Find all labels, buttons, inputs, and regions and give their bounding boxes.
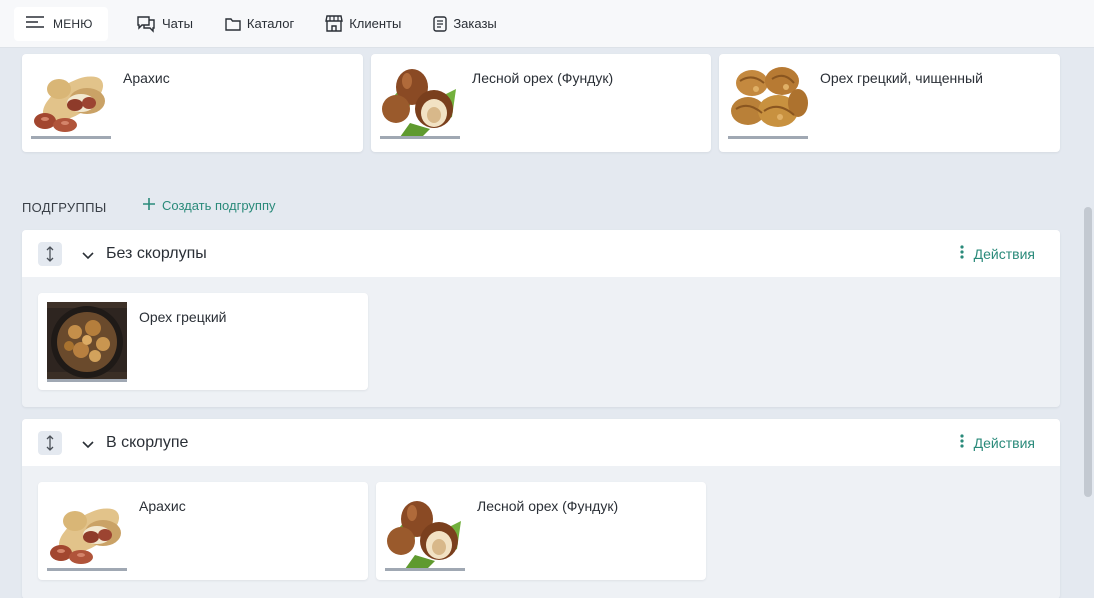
- folder-icon: [225, 17, 241, 31]
- menu-button[interactable]: МЕНЮ: [14, 6, 108, 41]
- product-card[interactable]: Арахис: [22, 54, 363, 152]
- nav-label: Клиенты: [349, 16, 402, 31]
- nav-item-clients[interactable]: Клиенты: [325, 15, 401, 32]
- subgroups-heading: ПОДГРУППЫ: [22, 200, 107, 215]
- create-subgroup-label: Создать подгруппу: [162, 198, 276, 213]
- store-icon: [325, 15, 344, 32]
- subgroup-header: Без скорлупы Действия: [22, 230, 1060, 277]
- hamburger-icon: [26, 16, 44, 31]
- scrollbar-thumb[interactable]: [1084, 207, 1092, 497]
- product-card[interactable]: Лесной орех (Фундук): [371, 54, 711, 152]
- product-title: Арахис: [139, 498, 186, 514]
- peanut-image: [47, 491, 127, 571]
- menu-label: МЕНЮ: [53, 16, 93, 31]
- chevron-down-icon[interactable]: [82, 436, 94, 454]
- nav-item-orders[interactable]: Заказы: [433, 15, 497, 32]
- chat-icon: [136, 15, 156, 33]
- product-title: Лесной орех (Фундук): [477, 498, 619, 514]
- nav-item-catalog[interactable]: Каталог: [225, 16, 294, 31]
- walnut-image: [728, 59, 808, 139]
- nav-item-chats[interactable]: Чаты: [136, 15, 193, 33]
- top-nav-bar: МЕНЮ Чаты Каталог Клиенты Заказы: [0, 0, 1094, 48]
- subgroup-panel: Без скорлупы Действия Орех грецкий: [22, 230, 1060, 407]
- actions-label: Действия: [973, 434, 1035, 451]
- subgroup-panel: В скорлупе Действия Арахис Лесной орех (…: [22, 419, 1060, 598]
- nav-label: Чаты: [162, 16, 193, 31]
- product-title: Орех грецкий: [139, 309, 227, 325]
- kebab-icon: [960, 245, 964, 262]
- subgroup-header: В скорлупе Действия: [22, 419, 1060, 466]
- actions-button[interactable]: Действия: [960, 245, 1035, 262]
- nav-label: Каталог: [246, 16, 295, 31]
- product-card[interactable]: Арахис: [38, 482, 368, 580]
- product-title: Лесной орех (Фундук): [472, 70, 614, 86]
- actions-button[interactable]: Действия: [960, 434, 1035, 451]
- plus-icon: [143, 198, 155, 213]
- product-title: Арахис: [123, 70, 170, 86]
- chevron-down-icon[interactable]: [82, 247, 94, 265]
- kebab-icon: [960, 434, 964, 451]
- actions-label: Действия: [973, 245, 1035, 262]
- drag-handle-icon[interactable]: [38, 431, 62, 455]
- nav-label: Заказы: [453, 16, 497, 31]
- document-icon: [433, 15, 448, 32]
- product-card[interactable]: Лесной орех (Фундук): [376, 482, 706, 580]
- product-card[interactable]: Орех грецкий: [38, 293, 368, 390]
- walnut-bowl-image: [47, 302, 127, 382]
- drag-handle-icon[interactable]: [38, 242, 62, 266]
- subgroup-title: В скорлупе: [106, 434, 189, 451]
- create-subgroup-button[interactable]: Создать подгруппу: [143, 198, 276, 213]
- hazelnut-image: [385, 491, 465, 571]
- product-title: Орех грецкий, чищенный: [820, 70, 983, 86]
- peanut-image: [31, 59, 111, 139]
- hazelnut-image: [380, 59, 460, 139]
- subgroup-title: Без скорлупы: [106, 245, 207, 262]
- product-card[interactable]: Орех грецкий, чищенный: [719, 54, 1060, 152]
